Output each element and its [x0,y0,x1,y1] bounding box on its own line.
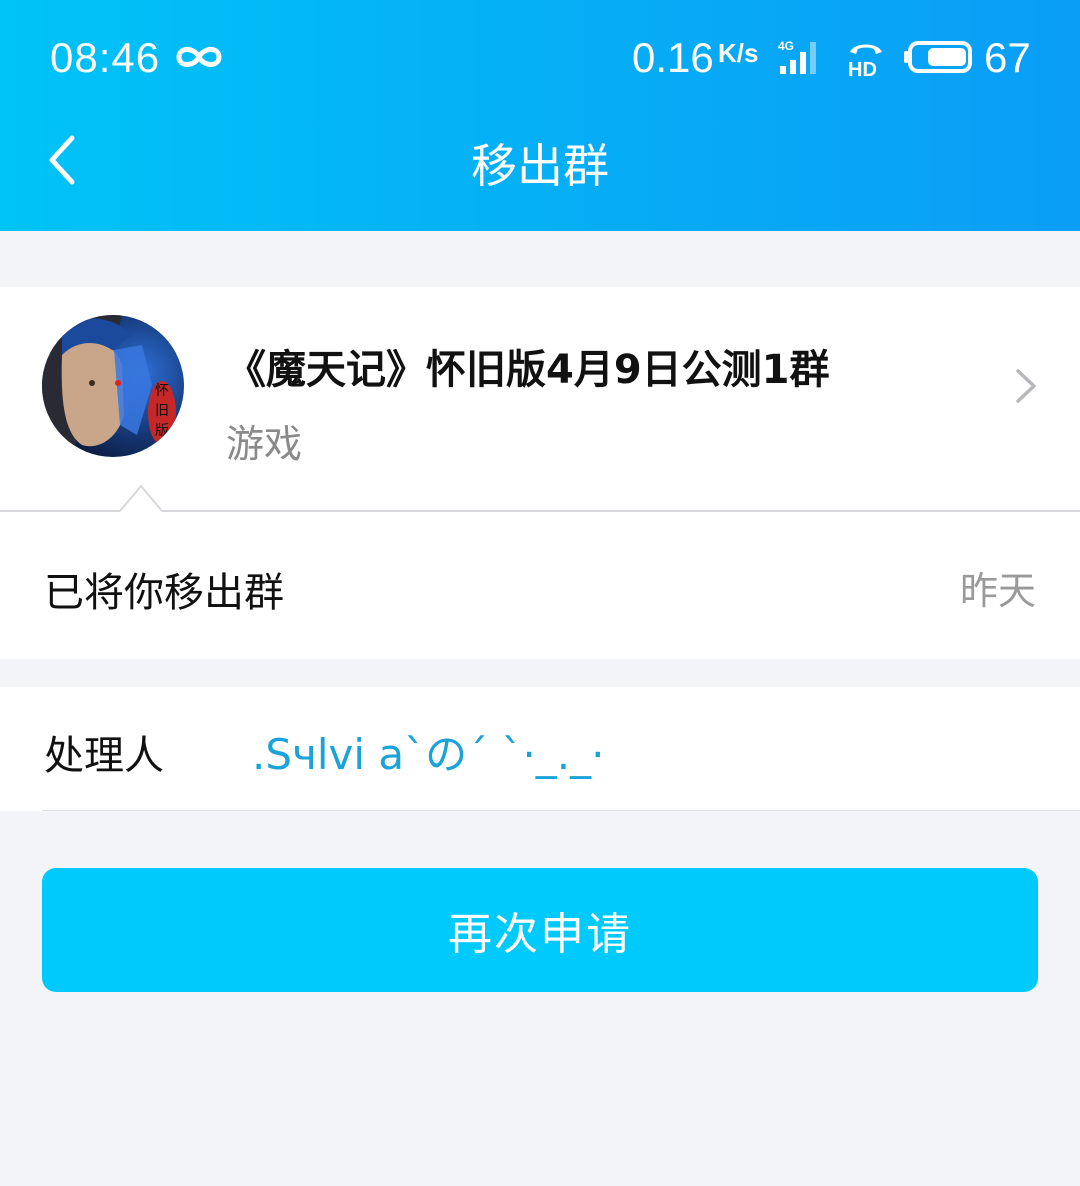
group-category: 游戏 [226,422,303,466]
avatar-badge-text-2: 旧 [155,403,169,419]
group-card[interactable]: 怀 旧 版 《魔天记》怀旧版4月9日公测1群 游戏 [0,287,1080,511]
handler-name-link[interactable]: .Sчlvi a`の´ `·_._· [252,721,605,782]
signal-icon: 4G [778,39,816,74]
notice-time: 昨天 [959,569,1036,613]
svg-text:4G: 4G [778,39,794,53]
battery-level: 67 [984,34,1031,81]
status-time: 08:46 [50,34,161,81]
header-bar: 08:46 0.16 K/s 4G HD 67 移出群 [0,0,1080,231]
hd-call-icon: HD [848,44,882,78]
battery-icon [904,41,972,73]
group-avatar: 怀 旧 版 [42,315,184,457]
group-name: 《魔天记》怀旧版4月9日公测1群 [226,347,830,393]
avatar-badge-text-1: 怀 [155,383,169,399]
svg-text:HD: HD [848,59,877,78]
handler-row: 处理人 .Sчlvi a`の´ `·_._· [0,687,1080,811]
net-speed-unit: K/s [718,38,759,68]
avatar-badge-text-3: 版 [155,423,169,439]
reapply-button[interactable]: 再次申请 [42,868,1038,992]
handler-divider [42,810,1080,811]
handler-label: 处理人 [44,733,164,779]
pointer-arrow [120,484,162,512]
notice-text: 已将你移出群 [44,570,284,616]
status-bar: 08:46 0.16 K/s 4G HD 67 [0,0,1080,120]
chevron-right-icon [1016,369,1036,403]
notice-row: 已将你移出群 昨天 [0,512,1080,659]
page-title: 移出群 [471,139,609,193]
net-speed: 0.16 [632,34,714,81]
infinity-icon [176,47,222,67]
